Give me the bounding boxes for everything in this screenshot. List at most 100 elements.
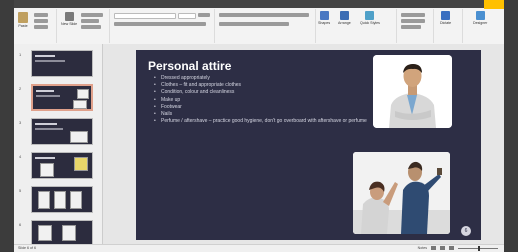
bullet-list[interactable]: Dressed appropriately Clothes – fit and … [154,75,374,126]
ribbon-group-paragraph [215,9,316,43]
paste-label: Paste [18,24,28,28]
ribbon: Paste New Slide Shapes Arrange Quick Sty… [14,8,504,45]
bullet-item: Clothes – fit and appropriate clothes [154,82,374,89]
slide-thumbnail[interactable] [31,186,93,213]
zoom-slider-handle[interactable] [478,245,480,251]
cut-button[interactable] [34,13,48,17]
copy-button[interactable] [34,19,48,23]
screen-left-edge [0,0,14,251]
bullet-item: Make up [154,97,374,104]
thumbnail-row[interactable]: 3 [14,118,102,146]
slide-thumbnail[interactable] [31,50,93,77]
find-button[interactable] [401,13,425,17]
layout-button[interactable] [81,13,103,17]
bullets-numbering-buttons[interactable] [219,13,309,17]
grow-font-button[interactable] [198,13,210,17]
quick-styles-label: Quick Styles [360,21,380,25]
thumbnail-number: 2 [19,86,22,91]
slide-canvas[interactable]: Personal attire Dressed appropriately Cl… [136,50,481,240]
zoom-slider[interactable] [458,245,498,251]
quick-styles-icon [365,11,375,20]
thumb-text-line [36,95,60,97]
businessman-illustration [373,55,452,128]
thumbnail-row[interactable]: 1 [14,50,102,78]
reading-view-button[interactable] [449,246,454,250]
status-controls: Notes [418,245,498,251]
font-format-buttons[interactable] [114,22,206,26]
select-button[interactable] [401,25,421,29]
ribbon-group-editing [397,9,434,43]
thumbnail-row[interactable]: 5 [14,186,102,214]
thumb-image [70,191,82,209]
shapes-icon [319,11,329,20]
font-size-box[interactable] [178,13,196,19]
slide-thumbnail-selected[interactable] [31,84,93,111]
bullet-item: Footwear [154,104,374,111]
reset-button[interactable] [81,19,99,23]
bullet-item: Nails [154,111,374,118]
section-button[interactable] [81,25,101,29]
thumb-image [70,131,88,143]
thumbnail-number: 5 [19,188,22,193]
bullet-item: Dressed appropriately [154,75,374,82]
format-painter-button[interactable] [34,25,48,29]
thumbnail-number: 4 [19,154,22,159]
designer-icon [475,11,485,20]
ribbon-group-voice: Dictate [434,9,463,43]
slide-thumbnail[interactable] [31,118,93,145]
new-slide-button[interactable]: New Slide [61,12,77,26]
ribbon-group-clipboard: Paste [14,9,57,43]
arrange-label: Arrange [338,21,351,25]
arrange-icon [339,11,349,20]
thumb-title-line [36,90,54,92]
shapes-button[interactable]: Shapes [318,11,330,25]
share-tab[interactable] [484,0,504,9]
thumbnail-row[interactable]: 4 [14,152,102,180]
ribbon-group-drawing: Shapes Arrange Quick Styles [316,9,397,43]
ribbon-group-slides: New Slide [57,9,110,43]
thumb-image [54,191,66,209]
ribbon-group-font [110,9,215,43]
notes-button[interactable]: Notes [418,246,427,250]
arrange-button[interactable]: Arrange [338,11,351,25]
paste-button[interactable]: Paste [18,12,28,28]
thumb-image [74,157,88,171]
thumb-text-line [35,60,65,62]
slide-sorter-button[interactable] [440,246,445,250]
new-slide-label: New Slide [61,22,78,26]
slide-thumbnail[interactable] [31,220,93,247]
shapes-label: Shapes [318,21,331,25]
powerpoint-window: Paste New Slide Shapes Arrange Quick Sty… [0,0,518,252]
thumbnail-number: 1 [19,52,22,57]
thumbnail-number: 6 [19,222,22,227]
normal-view-button[interactable] [431,246,436,250]
paste-icon [18,12,28,23]
designer-button[interactable]: Designer [473,11,487,25]
thumb-image [62,225,76,241]
thumb-text-line [35,128,63,130]
microphone-icon [441,11,451,20]
thumb-title-line [35,157,55,159]
thumb-image [38,191,50,209]
thumbnail-row[interactable]: 2 [14,84,102,112]
font-name-box[interactable] [114,13,176,19]
thumbnail-number: 3 [19,120,22,125]
slide-thumbnails-pane[interactable]: 1 2 3 4 5 6 [14,44,103,247]
thumb-title-line [35,55,55,57]
quick-styles-button[interactable]: Quick Styles [360,11,380,25]
businessman-photo[interactable] [373,55,452,128]
thumb-image [73,100,87,109]
bullet-item: Condition, colour and cleanliness [154,89,374,96]
replace-button[interactable] [401,19,425,23]
slide-title[interactable]: Personal attire [148,59,231,73]
slide-number-badge: 6 [461,226,471,236]
thumb-title-line [35,123,57,125]
new-slide-icon [64,12,74,21]
thumb-image [40,163,54,177]
designer-label: Designer [473,21,488,25]
dictate-button[interactable]: Dictate [440,11,451,25]
dictate-label: Dictate [440,21,452,25]
alignment-buttons[interactable] [219,22,289,26]
slide-thumbnail[interactable] [31,152,93,179]
people-arguing-photo[interactable] [353,152,450,234]
